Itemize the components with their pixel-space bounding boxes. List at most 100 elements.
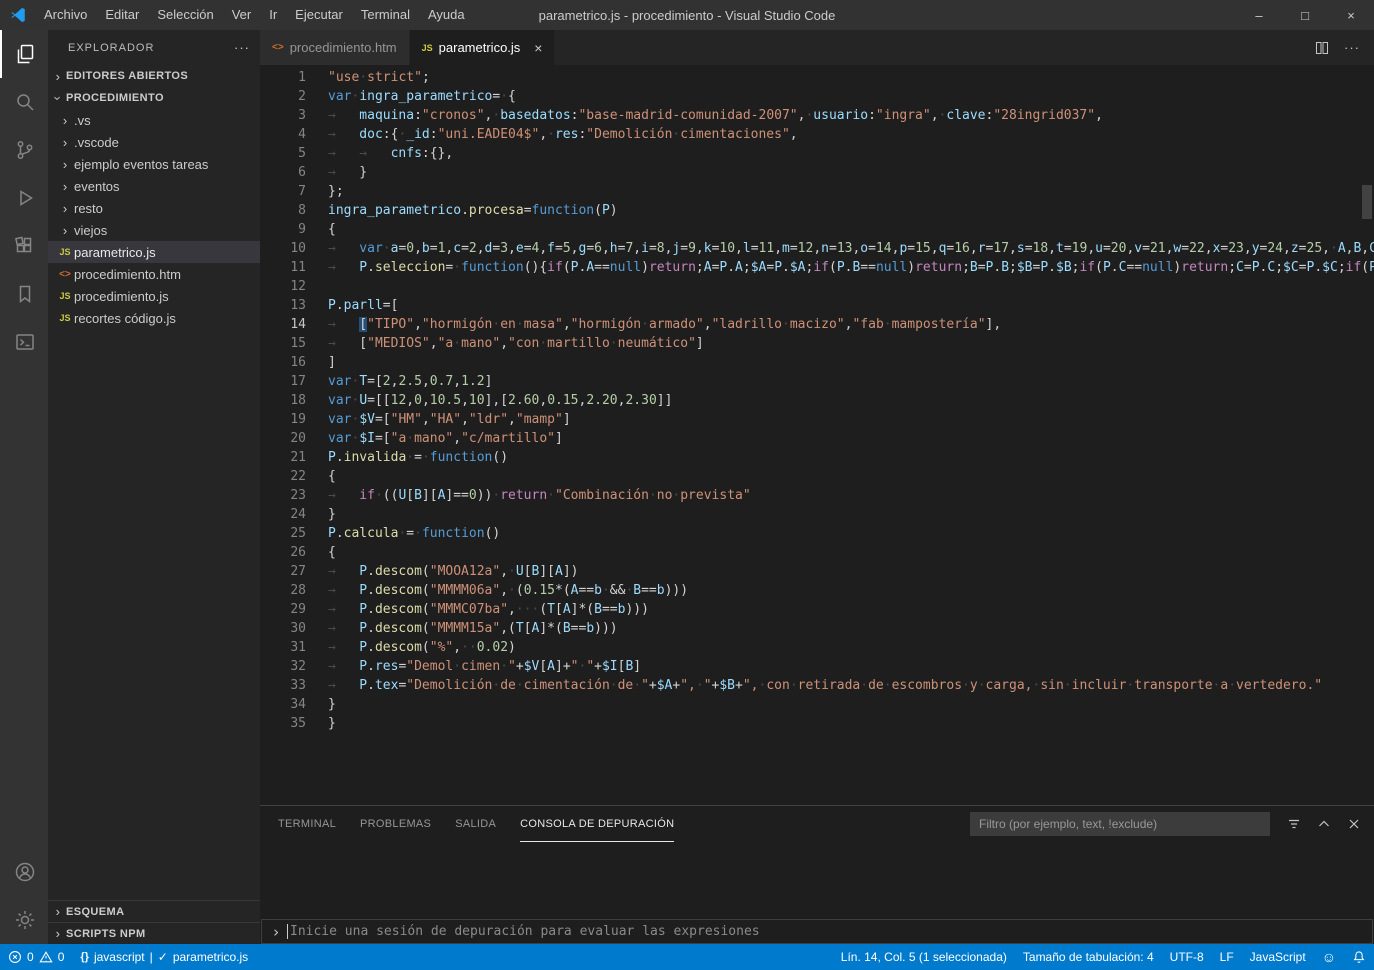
activitybar-search[interactable] [0, 78, 48, 126]
language-status[interactable]: {} javascript | ✓ parametrico.js [72, 944, 256, 970]
code-line[interactable]: 30→P.descom("MMMM15a",(T[A]*(B==b))) [260, 619, 1374, 638]
activitybar-source-control[interactable] [0, 126, 48, 174]
code-line[interactable]: 19var·$V=["HM","HA","ldr","mamp"] [260, 410, 1374, 429]
line-number[interactable]: 16 [260, 353, 306, 372]
tree-file-procedimiento.js[interactable]: JSprocedimiento.js [48, 285, 260, 307]
menu-ver[interactable]: Ver [223, 0, 261, 30]
code-line[interactable]: 20var·$I=["a·mano","c/martillo"] [260, 429, 1374, 448]
debug-console-input[interactable]: › Inicie una sesión de depuración para e… [261, 919, 1373, 944]
line-number[interactable]: 22 [260, 467, 306, 486]
code-line[interactable]: 11→P.seleccion=·function(){if(P.A==null)… [260, 258, 1374, 277]
chevron-up-icon[interactable] [1316, 816, 1332, 832]
line-number[interactable]: 31 [260, 638, 306, 657]
section-open-editors[interactable]: › EDITORES ABIERTOS [48, 65, 260, 87]
line-number[interactable]: 20 [260, 429, 306, 448]
line-number[interactable]: 4 [260, 125, 306, 144]
encoding-status[interactable]: UTF-8 [1162, 944, 1212, 970]
code-line[interactable]: 16] [260, 353, 1374, 372]
line-number[interactable]: 17 [260, 372, 306, 391]
language-mode[interactable]: JavaScript [1242, 944, 1314, 970]
line-number[interactable]: 19 [260, 410, 306, 429]
line-number[interactable]: 34 [260, 695, 306, 714]
line-number[interactable]: 10 [260, 239, 306, 258]
more-actions-icon[interactable]: ··· [234, 40, 250, 55]
code-line[interactable]: 26{ [260, 543, 1374, 562]
code-line[interactable]: 29→P.descom("MMMC07ba",···(T[A]*(B==b))) [260, 600, 1374, 619]
tree-folder-viejos[interactable]: ›viejos [48, 219, 260, 241]
code-editor[interactable]: 1"use·strict";2var·ingra_parametrico=·{3… [260, 65, 1374, 805]
cursor-position[interactable]: Lín. 14, Col. 5 (1 seleccionada) [833, 944, 1015, 970]
feedback-button[interactable]: ☺ [1314, 944, 1344, 970]
menu-seleccion[interactable]: Selección [148, 0, 222, 30]
line-number[interactable]: 8 [260, 201, 306, 220]
menu-ejecutar[interactable]: Ejecutar [286, 0, 352, 30]
problems-status[interactable]: 0 0 [0, 944, 72, 970]
filter-lines-icon[interactable] [1286, 816, 1302, 832]
line-number[interactable]: 12 [260, 277, 306, 296]
minimize-button[interactable]: – [1236, 0, 1282, 30]
line-number[interactable]: 21 [260, 448, 306, 467]
section-workspace[interactable]: › PROCEDIMIENTO [48, 87, 260, 109]
line-number[interactable]: 6 [260, 163, 306, 182]
section-outline[interactable]: › ESQUEMA [48, 900, 260, 922]
code-line[interactable]: 3→maquina:"cronos",·basedatos:"base-madr… [260, 106, 1374, 125]
tree-file-parametrico.js[interactable]: JSparametrico.js [48, 241, 260, 263]
tree-file-recortes código.js[interactable]: JSrecortes código.js [48, 307, 260, 329]
code-line[interactable]: 21P.invalida·=·function() [260, 448, 1374, 467]
settings-button[interactable] [0, 896, 48, 944]
code-line[interactable]: 32→P.res="Demol·cimen·"+$V[A]+"·"+$I[B] [260, 657, 1374, 676]
tree-folder-ejemplo eventos tareas[interactable]: ›ejemplo eventos tareas [48, 153, 260, 175]
code-line[interactable]: 33→P.tex="Demolición·de·cimentación·de·"… [260, 676, 1374, 695]
line-number[interactable]: 13 [260, 296, 306, 315]
panel-tab-problemas[interactable]: PROBLEMAS [360, 806, 431, 842]
code-line[interactable]: 28→P.descom("MMMM06a",·(0.15*(A==b·&&·B=… [260, 581, 1374, 600]
menu-terminal[interactable]: Terminal [352, 0, 419, 30]
code-line[interactable]: 31→P.descom("%",··0.02) [260, 638, 1374, 657]
code-line[interactable]: 27→P.descom("MOOA12a",·U[B][A]) [260, 562, 1374, 581]
code-line[interactable]: 7}; [260, 182, 1374, 201]
tree-folder-.vs[interactable]: ›.vs [48, 109, 260, 131]
maximize-button[interactable]: □ [1282, 0, 1328, 30]
tree-folder-resto[interactable]: ›resto [48, 197, 260, 219]
split-editor-icon[interactable] [1314, 40, 1330, 56]
code-line[interactable]: 18var·U=[[12,0,10.5,10],[2.60,0.15,2.20,… [260, 391, 1374, 410]
code-line[interactable]: 1"use·strict"; [260, 68, 1374, 87]
code-line[interactable]: 8ingra_parametrico.procesa=function(P) [260, 201, 1374, 220]
code-line[interactable]: 23→if·((U[B][A]==0))·return·"Combinación… [260, 486, 1374, 505]
line-number[interactable]: 11 [260, 258, 306, 277]
line-number[interactable]: 25 [260, 524, 306, 543]
account-button[interactable] [0, 848, 48, 896]
line-number[interactable]: 5 [260, 144, 306, 163]
code-line[interactable]: 34} [260, 695, 1374, 714]
code-line[interactable]: 10→var·a=0,b=1,c=2,d=3,e=4,f=5,g=6,h=7,i… [260, 239, 1374, 258]
line-number[interactable]: 33 [260, 676, 306, 695]
line-number[interactable]: 15 [260, 334, 306, 353]
tree-folder-.vscode[interactable]: ›.vscode [48, 131, 260, 153]
code-line[interactable]: 14→["TIPO","hormigón·en·masa","hormigón·… [260, 315, 1374, 334]
code-line[interactable]: 25P.calcula·=·function() [260, 524, 1374, 543]
menu-editar[interactable]: Editar [96, 0, 148, 30]
code-line[interactable]: 17var·T=[2,2.5,0.7,1.2] [260, 372, 1374, 391]
menu-ayuda[interactable]: Ayuda [419, 0, 474, 30]
line-number[interactable]: 27 [260, 562, 306, 581]
line-number[interactable]: 30 [260, 619, 306, 638]
menu-ir[interactable]: Ir [260, 0, 286, 30]
activitybar-bookmarks[interactable] [0, 270, 48, 318]
close-button[interactable]: × [1328, 0, 1374, 30]
line-number[interactable]: 18 [260, 391, 306, 410]
more-actions-icon[interactable]: ··· [1344, 40, 1360, 55]
panel-tab-terminal[interactable]: TERMINAL [278, 806, 336, 842]
tab-parametrico.js[interactable]: JSparametrico.js× [410, 30, 556, 65]
line-number[interactable]: 7 [260, 182, 306, 201]
line-number[interactable]: 23 [260, 486, 306, 505]
code-line[interactable]: 35} [260, 714, 1374, 733]
notifications-button[interactable] [1344, 944, 1374, 970]
indentation-status[interactable]: Tamaño de tabulación: 4 [1015, 944, 1162, 970]
activitybar-explorer[interactable] [0, 30, 48, 78]
eol-status[interactable]: LF [1212, 944, 1242, 970]
code-line[interactable]: 6→} [260, 163, 1374, 182]
line-number[interactable]: 9 [260, 220, 306, 239]
line-number[interactable]: 26 [260, 543, 306, 562]
code-line[interactable]: 15→["MEDIOS","a·mano","con·martillo·neum… [260, 334, 1374, 353]
code-line[interactable]: 22{ [260, 467, 1374, 486]
